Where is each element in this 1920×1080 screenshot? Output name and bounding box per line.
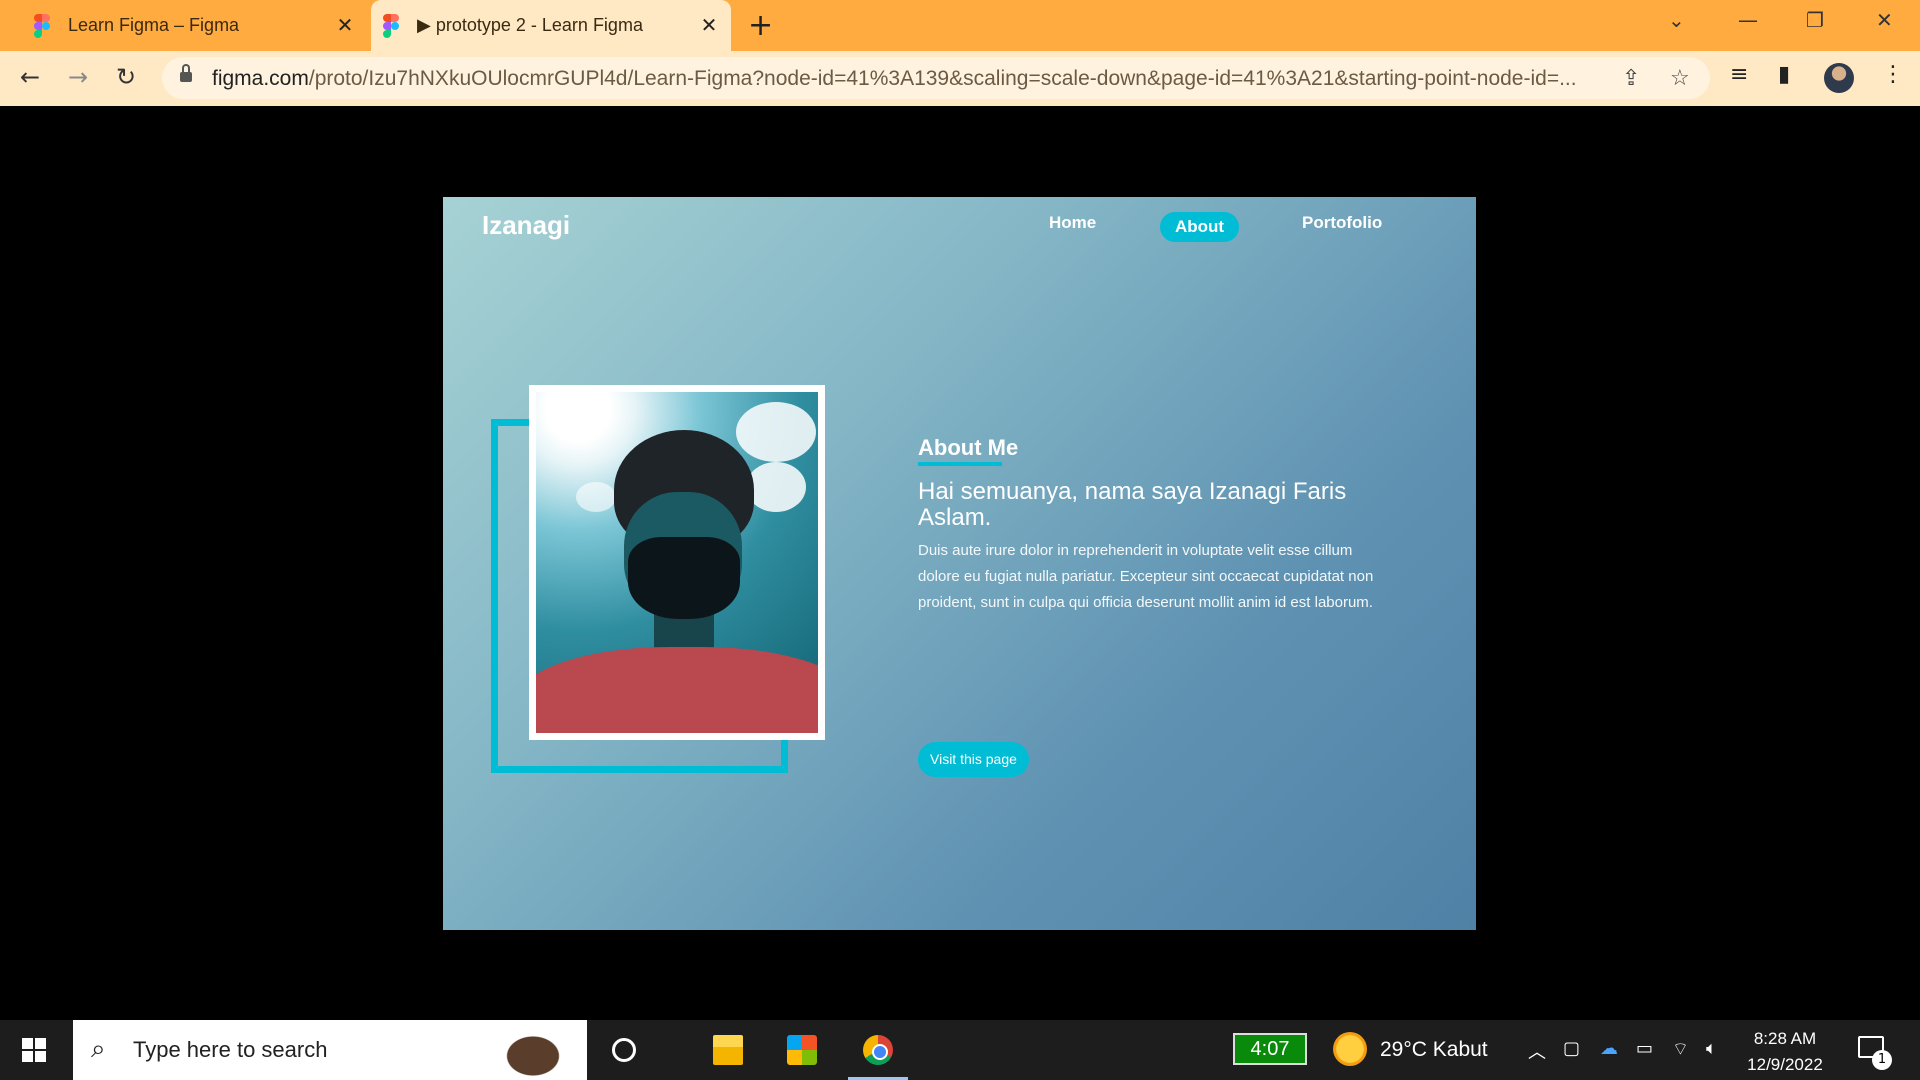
weather-icon[interactable] xyxy=(1333,1032,1367,1066)
search-highlight-image[interactable] xyxy=(493,1026,573,1076)
nav-portfolio[interactable]: Portofolio xyxy=(1302,213,1382,233)
folder-icon xyxy=(713,1035,743,1065)
url-text[interactable]: figma.com/proto/Izu7hNXkuOUlocmrGUPl4d/L… xyxy=(212,67,1592,91)
about-headline: Hai semuanya, nama saya Izanagi Faris As… xyxy=(918,478,1347,531)
figma-icon xyxy=(34,13,50,38)
search-placeholder: Type here to search xyxy=(133,1037,328,1062)
address-bar[interactable]: figma.com/proto/Izu7hNXkuOUlocmrGUPl4d/L… xyxy=(162,57,1710,99)
file-explorer-app[interactable] xyxy=(698,1020,758,1080)
meet-now-icon[interactable]: ▢ xyxy=(1563,1038,1580,1059)
close-window-button[interactable]: ✕ xyxy=(1876,8,1893,32)
battery-time-widget[interactable]: 4:07 xyxy=(1233,1033,1307,1065)
profile-avatar[interactable] xyxy=(1824,63,1854,93)
notification-count-badge: 1 xyxy=(1872,1050,1892,1070)
about-title-underline xyxy=(918,462,1002,466)
close-tab-icon[interactable]: ✕ xyxy=(331,13,359,38)
menu-kebab-icon[interactable]: ⋮ xyxy=(1882,62,1904,87)
microsoft-store-app[interactable] xyxy=(772,1020,832,1080)
back-icon[interactable]: ← xyxy=(20,63,40,91)
minimize-button[interactable]: — xyxy=(1738,8,1758,32)
share-icon[interactable]: ⇪ xyxy=(1622,66,1640,91)
show-hidden-icons-chevron-icon[interactable]: ︿ xyxy=(1528,1038,1546,1064)
weather-text[interactable]: 29°C Kabut xyxy=(1380,1038,1488,1062)
taskbar-search[interactable]: ⌕ Type here to search xyxy=(73,1020,587,1080)
visit-page-button[interactable]: Visit this page xyxy=(918,742,1029,777)
nav-home[interactable]: Home xyxy=(1049,213,1096,233)
search-icon: ⌕ xyxy=(91,1034,106,1064)
browser-tab-bar: Learn Figma – Figma ✕ ▶ prototype 2 - Le… xyxy=(0,0,1920,51)
tab-label: ▶ prototype 2 - Learn Figma xyxy=(417,15,643,35)
media-controls-icon[interactable]: ≡ xyxy=(1730,62,1748,87)
nav-about[interactable]: About xyxy=(1160,212,1240,242)
volume-icon[interactable]: 🔈︎ xyxy=(1706,1038,1717,1059)
tab-search-icon[interactable]: ⌄ xyxy=(1668,8,1685,32)
clock-time: 8:28 AM xyxy=(1753,1029,1817,1048)
system-clock[interactable]: 8:28 AM 12/9/2022 xyxy=(1740,1026,1830,1078)
new-tab-button[interactable]: + xyxy=(748,8,773,43)
windows-start-icon[interactable] xyxy=(22,1038,46,1062)
profile-photo-card xyxy=(529,385,825,740)
onedrive-icon[interactable]: ☁ xyxy=(1600,1038,1618,1059)
browser-toolbar: ← → ↻ figma.com/proto/Izu7hNXkuOUlocmrGU… xyxy=(0,51,1920,106)
clock-date: 12/9/2022 xyxy=(1747,1055,1823,1074)
about-body: Duis aute irure dolor in reprehenderit i… xyxy=(918,542,1374,611)
restore-button[interactable]: ❐ xyxy=(1806,8,1824,32)
forward-icon[interactable]: → xyxy=(68,63,88,91)
lock-icon xyxy=(180,64,192,83)
windows-taskbar: ⌕ Type here to search 4:07 29°C Kabut ︿ … xyxy=(0,1020,1920,1080)
close-tab-icon[interactable]: ✕ xyxy=(695,13,723,38)
cortana-icon[interactable] xyxy=(612,1038,636,1062)
reload-icon[interactable]: ↻ xyxy=(116,63,136,91)
side-panel-icon[interactable]: ▮ xyxy=(1778,62,1790,87)
tab-label: Learn Figma – Figma xyxy=(68,15,240,35)
store-icon xyxy=(787,1035,817,1065)
profile-photo xyxy=(536,392,818,733)
battery-icon[interactable]: ▭ xyxy=(1636,1038,1653,1059)
chrome-app[interactable] xyxy=(848,1020,908,1080)
tab-prototype-2[interactable]: ▶ prototype 2 - Learn Figma ✕ xyxy=(371,0,731,51)
figma-icon xyxy=(383,13,399,38)
about-title: About Me xyxy=(918,435,1019,460)
chrome-icon xyxy=(863,1035,893,1065)
prototype-frame: Izanagi Home About Portofolio About Me H… xyxy=(443,197,1476,930)
bookmark-star-icon[interactable]: ☆ xyxy=(1670,66,1690,91)
site-logo[interactable]: Izanagi xyxy=(482,210,570,241)
tab-learn-figma[interactable]: Learn Figma – Figma ✕ xyxy=(22,0,367,51)
wifi-icon[interactable]: ⌔ xyxy=(1672,1038,1689,1061)
